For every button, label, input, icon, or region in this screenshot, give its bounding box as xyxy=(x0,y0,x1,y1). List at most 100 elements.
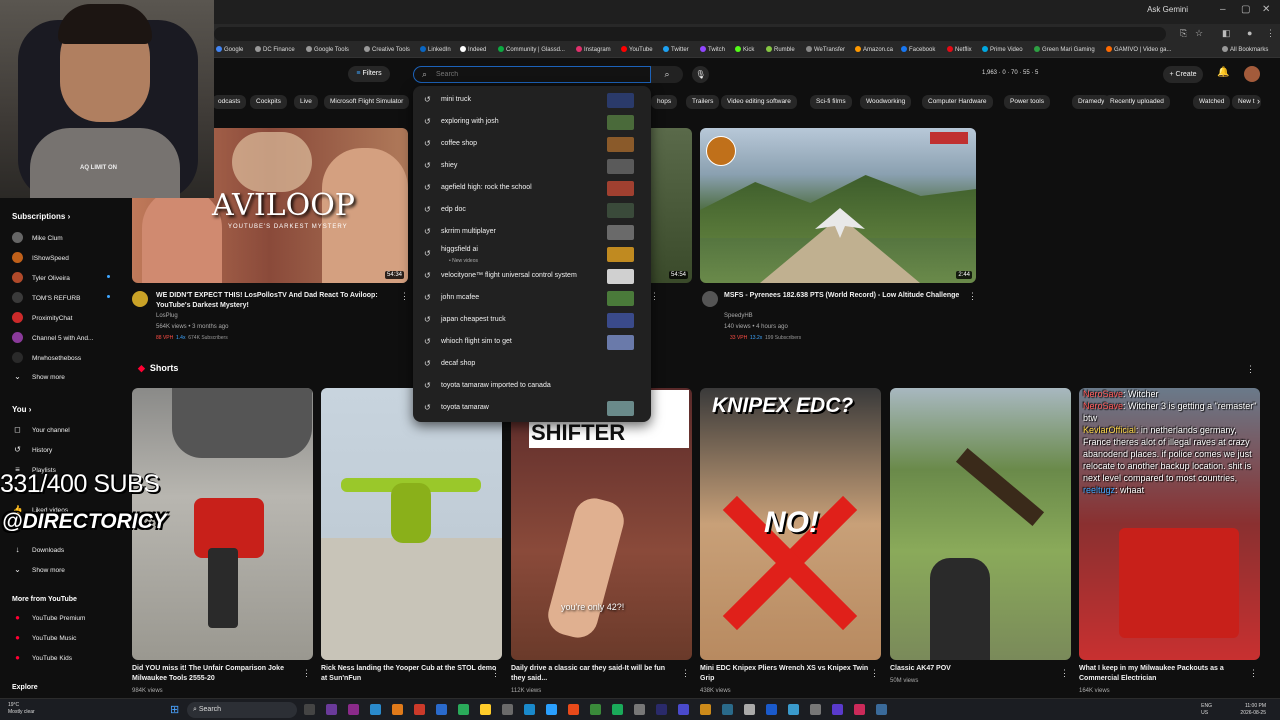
sidebar-item-kids[interactable]: ● YouTube Kids xyxy=(12,653,72,662)
bookmark-item[interactable]: Instagram xyxy=(576,46,611,53)
more-options-icon[interactable]: ⋮ xyxy=(870,668,879,679)
taskbar-app-icon[interactable] xyxy=(656,704,667,715)
bookmark-item[interactable]: Netflix xyxy=(947,46,972,53)
language-indicator[interactable]: ENG US xyxy=(1201,703,1212,717)
more-options-icon[interactable]: ⋮ xyxy=(1249,668,1258,679)
search-suggestion[interactable]: ↺ edp doc xyxy=(413,200,651,222)
search-input[interactable] xyxy=(436,68,636,81)
search-suggestion[interactable]: ↺ higgsfield ai • New videos xyxy=(413,244,651,266)
bookmark-item[interactable]: Rumble xyxy=(766,46,795,53)
channel-avatar[interactable] xyxy=(702,291,718,307)
search-suggestion[interactable]: ↺ agefield high: rock the school xyxy=(413,178,651,200)
short-title[interactable]: Mini EDC Knipex Pliers Wrench XS vs Knip… xyxy=(700,664,875,684)
search-suggestion[interactable]: ↺ whioch flight sim to get xyxy=(413,332,651,354)
show-more-button[interactable]: ⌄ Show more xyxy=(12,372,65,381)
more-options-icon[interactable]: ⋮ xyxy=(491,668,500,679)
taskbar-app-icon[interactable] xyxy=(304,704,315,715)
taskbar-app-icon[interactable] xyxy=(392,704,403,715)
sidebar-channel[interactable]: Mike Clum xyxy=(12,232,63,243)
weather-widget[interactable]: 19°C Mostly clear xyxy=(8,702,35,716)
search-suggestion[interactable]: ↺ toyota tamaraw imported to canada xyxy=(413,376,651,398)
taskbar-app-icon[interactable] xyxy=(766,704,777,715)
search-suggestion[interactable]: ↺ japan cheapest truck xyxy=(413,310,651,332)
sidebar-channel[interactable]: Channel 5 with And... xyxy=(12,332,93,343)
taskbar-app-icon[interactable] xyxy=(810,704,821,715)
taskbar-app-icon[interactable] xyxy=(590,704,601,715)
short-title[interactable]: Rick Ness landing the Yooper Cub at the … xyxy=(321,664,499,684)
sidebar-channel[interactable]: IShowSpeed xyxy=(12,252,69,263)
suggestion-thumbnail[interactable] xyxy=(607,93,634,108)
chip[interactable]: Computer Hardware xyxy=(922,95,993,109)
more-options-icon[interactable]: ⋮ xyxy=(968,291,977,302)
search-suggestion[interactable]: ↺ exploring with josh xyxy=(413,112,651,134)
sidebar-item-history[interactable]: ↺ History xyxy=(12,445,52,454)
short-title[interactable]: Did YOU miss it! The Unfair Comparison J… xyxy=(132,664,310,684)
chip[interactable]: odcasts xyxy=(212,95,247,109)
short-title[interactable]: Daily drive a classic car they said-It w… xyxy=(511,664,681,684)
sidebar-item-premium[interactable]: ● YouTube Premium xyxy=(12,613,85,622)
bookmark-item[interactable]: Creative Tools xyxy=(364,46,410,53)
chip[interactable]: hops xyxy=(651,95,678,109)
ask-gemini-button[interactable]: Ask Gemini xyxy=(1147,5,1188,14)
short-thumbnail[interactable]: SHIFTER you're only 42?! xyxy=(511,388,692,660)
short-thumbnail[interactable] xyxy=(890,388,1071,660)
bookmark-star-icon[interactable]: ☆ xyxy=(1195,28,1203,39)
extension-icon[interactable]: ⎘ xyxy=(1180,28,1187,39)
channel-name[interactable]: LosPlug xyxy=(156,313,178,319)
search-button[interactable]: ⌕ xyxy=(651,66,683,83)
account-avatar[interactable] xyxy=(1244,66,1260,82)
taskbar-app-icon[interactable] xyxy=(370,704,381,715)
bookmark-item[interactable]: Google Tools xyxy=(306,46,349,53)
bookmark-item[interactable]: Prime Video xyxy=(982,46,1023,53)
bookmark-item[interactable]: WeTransfer xyxy=(806,46,845,53)
short-thumbnail[interactable]: KNIPEX EDC? NO! xyxy=(700,388,881,660)
more-options-icon[interactable]: ⋮ xyxy=(302,668,311,679)
suggestion-thumbnail[interactable] xyxy=(607,291,634,306)
search-suggestion[interactable]: ↺ velocityone™ flight universal control s… xyxy=(413,266,651,288)
search-suggestion[interactable]: ↺ skrrim multiplayer xyxy=(413,222,651,244)
more-options-icon[interactable]: ⋮ xyxy=(1246,364,1255,375)
chip[interactable]: Sci-fi films xyxy=(810,95,852,109)
minimize-icon[interactable]: – xyxy=(1220,4,1226,15)
taskbar-app-icon[interactable] xyxy=(546,704,557,715)
more-options-icon[interactable]: ⋮ xyxy=(400,291,409,302)
maximize-icon[interactable]: ▢ xyxy=(1241,4,1250,15)
bookmark-item[interactable]: Twitch xyxy=(700,46,725,53)
you-heading[interactable]: You › xyxy=(12,405,31,414)
bookmark-item[interactable]: Facebook xyxy=(901,46,935,53)
chip[interactable]: Woodworking xyxy=(860,95,912,109)
chevron-right-icon[interactable]: › xyxy=(1257,96,1260,106)
bookmark-item[interactable]: Kick xyxy=(735,46,754,53)
chip[interactable]: Recently uploaded xyxy=(1104,95,1170,109)
taskbar-app-icon[interactable] xyxy=(832,704,843,715)
suggestion-thumbnail[interactable] xyxy=(607,225,634,240)
chip[interactable]: Trailers xyxy=(686,95,720,109)
sidebar-channel[interactable]: ProximityChat xyxy=(12,312,72,323)
taskbar-app-icon[interactable] xyxy=(502,704,513,715)
windows-start-icon[interactable]: ⊞ xyxy=(170,703,179,716)
sidebar-item-downloads[interactable]: ↓ Downloads xyxy=(12,545,65,554)
extensions-icon[interactable]: ◧ xyxy=(1222,28,1231,39)
chip[interactable]: Cockpits xyxy=(250,95,287,109)
show-more-button[interactable]: ⌄ Show more xyxy=(12,565,65,574)
bookmark-item[interactable]: Google xyxy=(216,46,243,53)
taskbar-app-icon[interactable] xyxy=(568,704,579,715)
notifications-icon[interactable]: 🔔 xyxy=(1217,67,1229,78)
chip[interactable]: Power tools xyxy=(1004,95,1050,109)
bookmark-item[interactable]: GAMIVO | Video ga... xyxy=(1106,46,1171,53)
address-bar[interactable] xyxy=(214,27,1166,41)
bookmark-item[interactable]: Indeed xyxy=(460,46,486,53)
sidebar-channel[interactable]: TOM'S REFURB xyxy=(12,292,110,303)
taskbar-app-icon[interactable] xyxy=(524,704,535,715)
suggestion-thumbnail[interactable] xyxy=(607,335,634,350)
sidebar-channel[interactable]: Tyler Oliveira xyxy=(12,272,110,283)
chip[interactable]: Live xyxy=(294,95,318,109)
taskbar-app-icon[interactable] xyxy=(458,704,469,715)
more-options-icon[interactable]: ⋮ xyxy=(650,291,659,302)
chip[interactable]: Microsoft Flight Simulator xyxy=(324,95,410,109)
chip[interactable]: Watched xyxy=(1193,95,1231,109)
bookmark-item[interactable]: YouTube xyxy=(621,46,653,53)
taskbar-app-icon[interactable] xyxy=(634,704,645,715)
video-title[interactable]: WE DIDN'T EXPECT THIS! LosPollosTV And D… xyxy=(156,291,396,311)
suggestion-thumbnail[interactable] xyxy=(607,203,634,218)
